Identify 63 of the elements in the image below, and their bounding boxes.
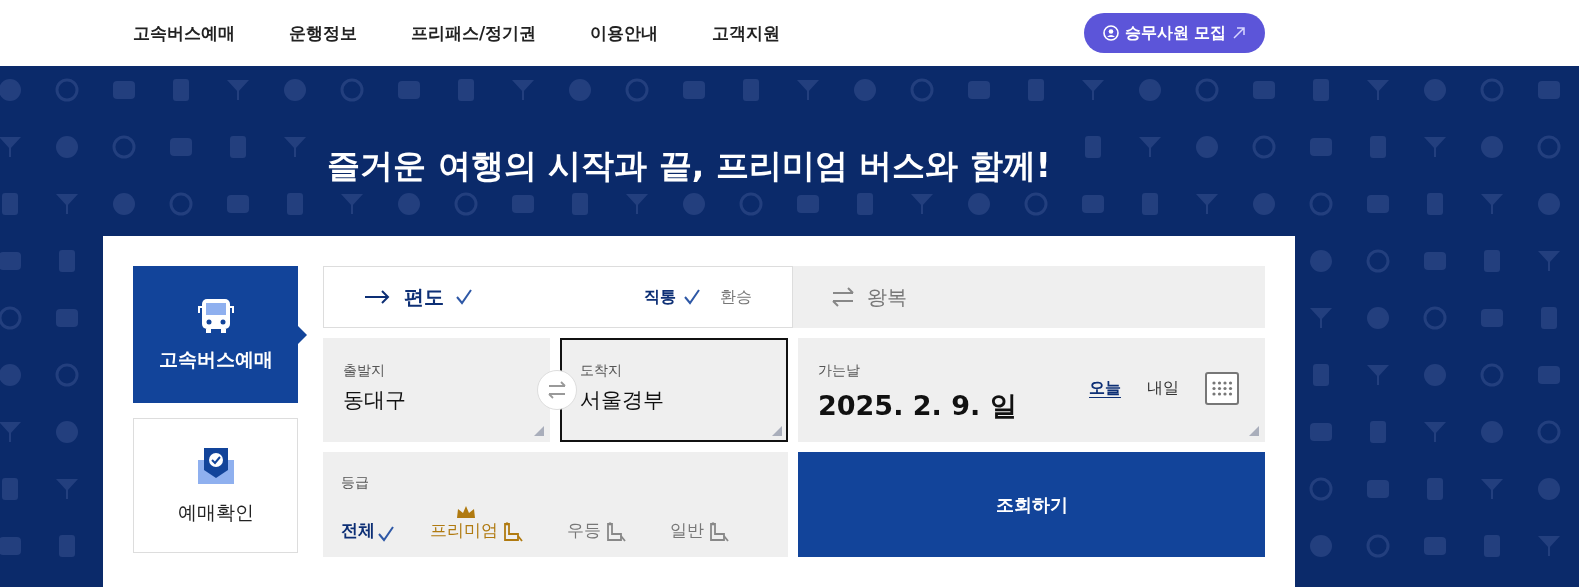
cocktail-glass-icon <box>56 194 78 214</box>
cocktail-glass-icon <box>1082 80 1104 100</box>
bus-icon <box>197 296 234 333</box>
check-icon <box>378 526 394 542</box>
recruit-button[interactable]: 승무사원 모집 <box>1084 13 1265 53</box>
cocktail-glass-icon <box>911 194 933 214</box>
cocktail-glass-icon <box>1538 251 1560 271</box>
grade-option[interactable]: 우등 <box>567 519 626 542</box>
date-shortcut-link[interactable]: 오늘 <box>1089 378 1121 399</box>
nav-link[interactable]: 고속버스예매 <box>133 21 235 45</box>
cocktail-glass-icon <box>797 80 819 100</box>
cocktail-glass-icon <box>0 137 21 157</box>
cocktail-glass-icon <box>227 80 249 100</box>
corner-triangle-icon <box>1249 426 1259 436</box>
cocktail-glass-icon <box>1424 422 1446 442</box>
cocktail-glass-icon <box>1538 536 1560 556</box>
headline: 즐거운 여행의 시작과 끝, 프리미엄 버스와 함께! <box>327 146 1052 186</box>
cocktail-glass-icon <box>1367 365 1389 385</box>
grade-option[interactable]: 일반 <box>670 519 729 542</box>
cocktail-glass-icon <box>1196 194 1218 214</box>
calendar-icon <box>1205 372 1239 405</box>
search-button[interactable]: 조회하기 <box>798 452 1265 557</box>
cocktail-glass-icon <box>284 137 306 157</box>
cocktail-glass-icon <box>512 80 534 100</box>
trip-type-tab[interactable]: 편도 직통 환승 <box>323 266 793 328</box>
envelope-check-icon <box>195 445 236 486</box>
cocktail-glass-icon <box>1424 137 1446 157</box>
arrow-icon <box>364 289 390 305</box>
cocktail-glass-icon <box>1367 80 1389 100</box>
swap-arrows-icon <box>547 381 567 399</box>
cocktail-glass-icon <box>56 479 78 499</box>
external-link-icon <box>1232 26 1247 40</box>
seat-icon <box>707 522 729 542</box>
side-tab[interactable]: 예매확인 <box>133 418 298 553</box>
cocktail-glass-icon <box>1481 194 1503 214</box>
cocktail-glass-icon <box>0 422 21 442</box>
swap-arrows-icon <box>831 287 855 307</box>
seat-icon <box>501 522 523 542</box>
date-field[interactable]: 가는날 2025. 2. 9. 일 오늘 내일 <box>798 338 1265 442</box>
crown-icon <box>456 505 476 519</box>
seat-icon <box>604 522 626 542</box>
cocktail-glass-icon <box>1139 137 1161 157</box>
check-icon <box>684 289 700 305</box>
location-field[interactable]: 출발지 동대구 <box>323 338 550 442</box>
cocktail-glass-icon <box>1481 479 1503 499</box>
nav-link[interactable]: 고객지원 <box>712 21 781 45</box>
person-icon <box>1102 25 1119 41</box>
nav-link[interactable]: 이용안내 <box>590 21 659 45</box>
corner-triangle-icon <box>534 426 544 436</box>
cocktail-glass-icon <box>341 194 363 214</box>
cocktail-glass-icon <box>626 194 648 214</box>
nav-link[interactable]: 운행정보 <box>289 21 357 45</box>
grade-option[interactable]: 전체 <box>341 519 394 542</box>
field-label: 등급 <box>341 474 369 492</box>
route-type-option[interactable]: 환승 <box>720 286 752 308</box>
date-shortcut-link[interactable]: 내일 <box>1147 378 1179 399</box>
cocktail-glass-icon <box>1310 308 1332 328</box>
corner-triangle-icon <box>772 426 782 436</box>
trip-type-tab[interactable]: 왕복 <box>793 266 1265 328</box>
route-type-option[interactable]: 직통 <box>644 286 676 308</box>
nav-link[interactable]: 프리패스/정기권 <box>411 21 537 45</box>
check-icon <box>456 289 472 305</box>
location-field[interactable]: 도착지 서울경부 <box>560 338 788 442</box>
